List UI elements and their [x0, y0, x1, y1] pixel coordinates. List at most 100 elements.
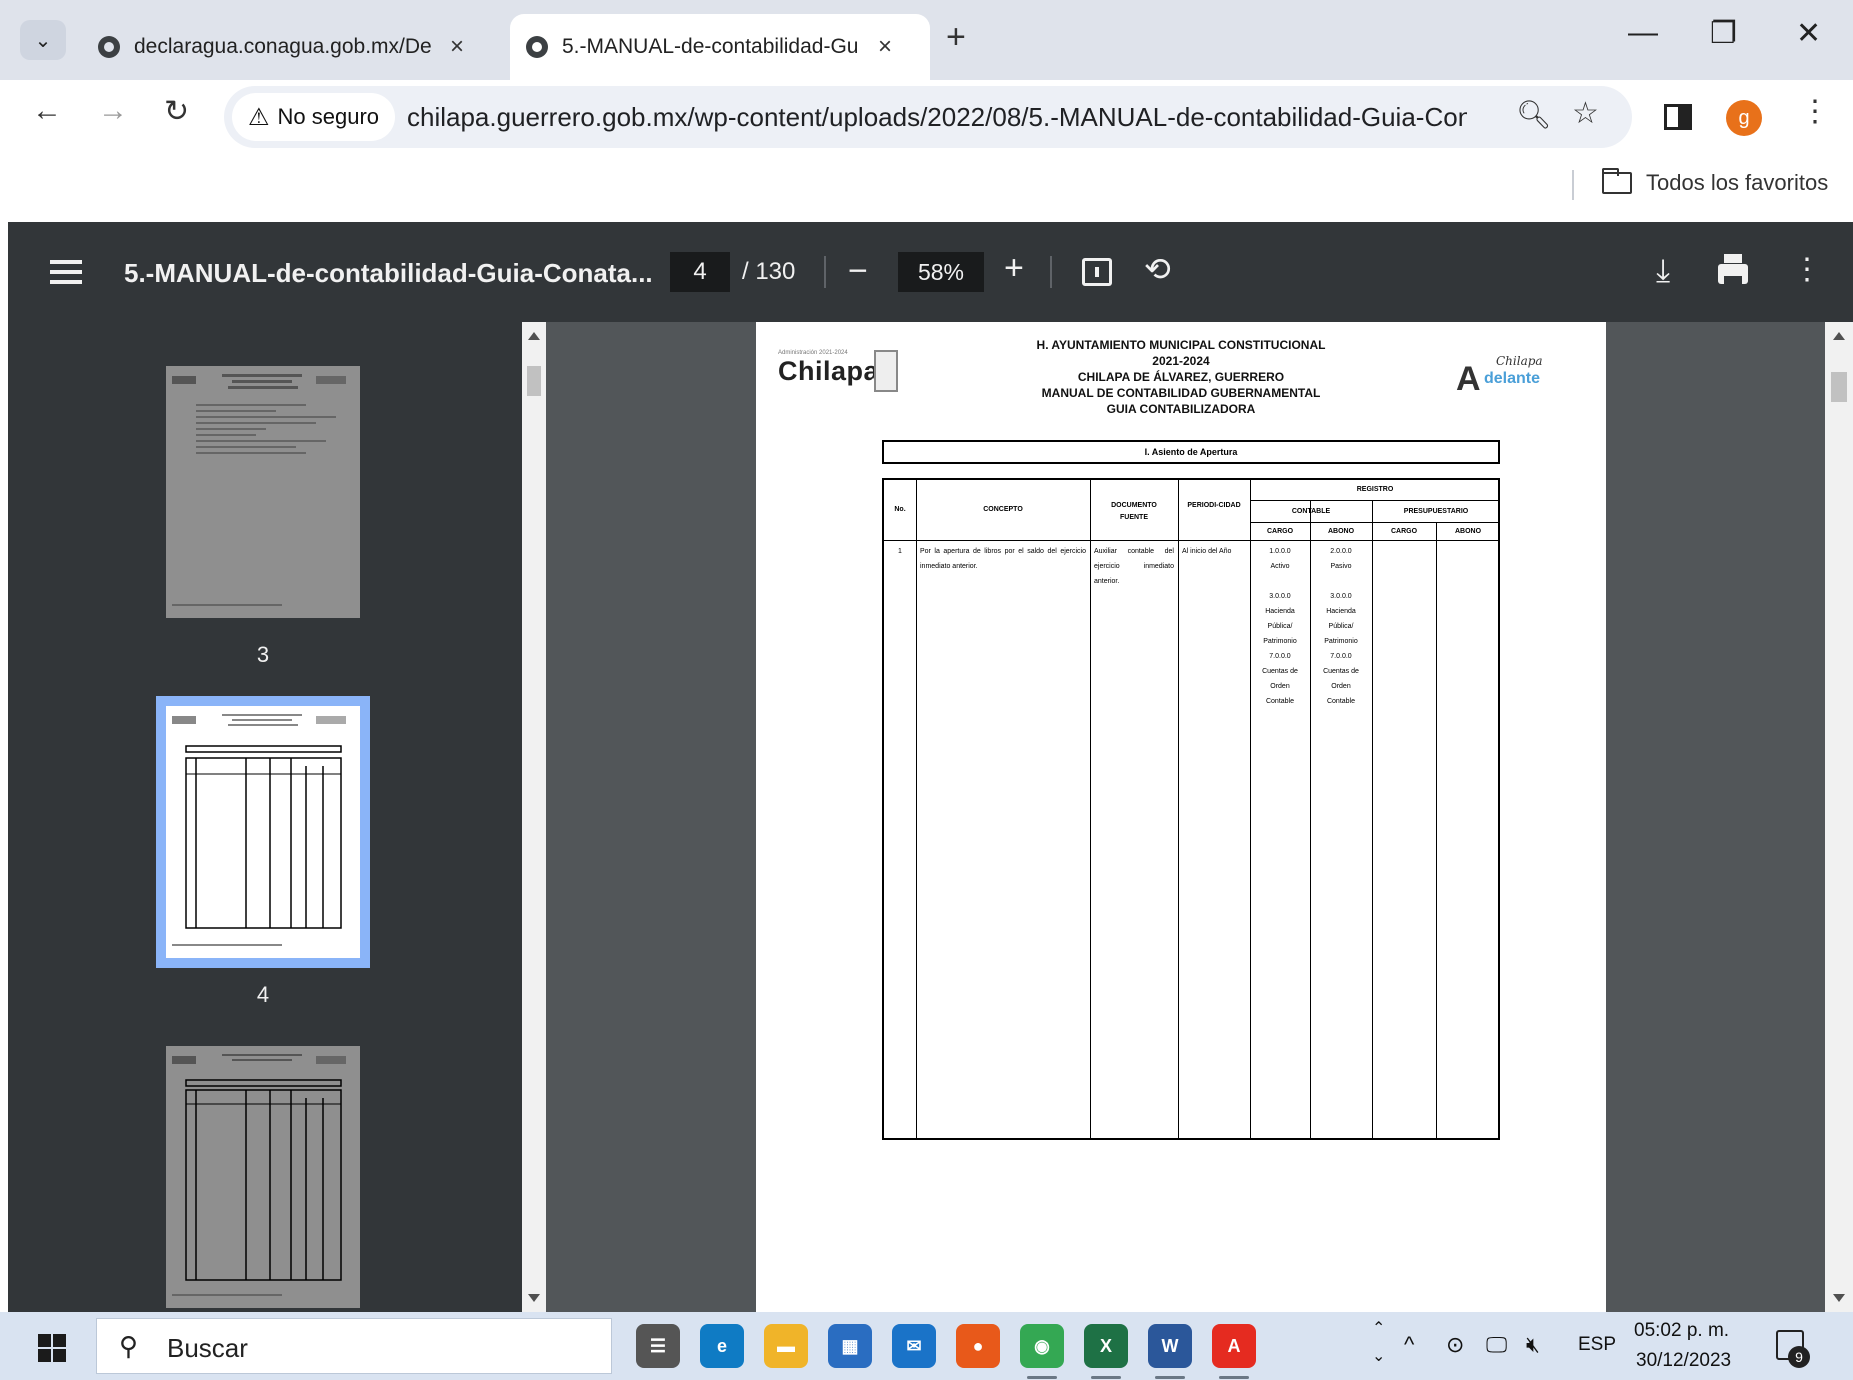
close-icon[interactable]: × — [878, 33, 892, 61]
forward-button[interactable]: → — [98, 94, 128, 128]
word-icon[interactable]: W — [1148, 1324, 1192, 1368]
download-icon[interactable]: ⤓ — [1656, 252, 1670, 290]
clock-time[interactable]: 05:02 p. m. — [1634, 1320, 1729, 1342]
pdf-toolbar: 5.-MANUAL-de-contabilidad-Guia-Conata...… — [8, 222, 1853, 322]
account-line: 3.0.0.0 — [1330, 593, 1352, 600]
tab-manual-contabilidad[interactable]: 5.-MANUAL-de-contabilidad-Gu × — [510, 14, 930, 80]
close-icon[interactable]: × — [450, 33, 464, 61]
window-close-button[interactable]: ✕ — [1796, 16, 1821, 51]
zoom-out-button[interactable]: − — [848, 252, 868, 291]
rotate-icon[interactable]: ⟲ — [1144, 250, 1171, 288]
account-line: Orden — [1270, 683, 1290, 690]
page-number-input[interactable]: 4 — [670, 252, 730, 292]
edge-icon[interactable]: e — [700, 1324, 744, 1368]
address-bar[interactable]: ⚠ No seguro chilapa.guerrero.gob.mx/wp-c… — [224, 86, 1632, 148]
tab-search-menu-button[interactable]: ⌄ — [20, 20, 66, 60]
profile-avatar[interactable]: g — [1726, 100, 1762, 136]
header-documento: DOCUMENTO FUENTE — [1111, 502, 1157, 521]
thumbnail-page-3[interactable] — [166, 366, 360, 618]
running-indicator — [1091, 1376, 1121, 1379]
column-rule — [1372, 500, 1373, 1138]
restore-button[interactable]: ❐ — [1710, 16, 1737, 51]
new-tab-button[interactable]: + — [946, 18, 966, 57]
column-rule — [1090, 480, 1091, 1138]
tab-title: 5.-MANUAL-de-contabilidad-Gu — [562, 35, 859, 58]
bookmarks-bar: Todos los favoritos — [0, 156, 1853, 222]
chrome-icon[interactable]: ◉ — [1020, 1324, 1064, 1368]
zoom-in-button[interactable]: + — [1004, 249, 1024, 288]
scroll-down-arrow-icon[interactable] — [528, 1294, 540, 1302]
doc-header-line: 2021-2024 — [1152, 354, 1210, 368]
scroll-up-arrow-icon[interactable] — [1833, 332, 1845, 340]
thumbnail-page-4[interactable] — [166, 706, 360, 958]
show-hidden-icons-icon[interactable]: ^ — [1404, 1332, 1414, 1358]
scrollbar-thumb[interactable] — [527, 366, 541, 396]
pdf-viewer[interactable]: Administración 2021-2024 Chilapa Chilapa… — [546, 322, 1825, 1312]
bookmarks-separator — [1572, 170, 1574, 200]
all-bookmarks-button[interactable]: Todos los favoritos — [1646, 170, 1828, 196]
print-icon[interactable] — [1718, 254, 1748, 286]
page-total: / 130 — [742, 258, 796, 285]
fit-page-icon[interactable] — [1082, 258, 1112, 286]
thumbnail-preview — [172, 1054, 346, 1296]
meet-now-icon[interactable]: ⊙ — [1446, 1332, 1464, 1358]
scrollbar-thumb[interactable] — [1831, 372, 1847, 402]
toolbar-divider — [1050, 256, 1052, 288]
thumbnail-label: 4 — [256, 982, 270, 1007]
firefox-icon[interactable]: ● — [956, 1324, 1000, 1368]
minimize-button[interactable]: — — [1628, 16, 1658, 50]
account-line: Hacienda — [1265, 608, 1295, 615]
account-line — [1250, 574, 1310, 589]
file-explorer-icon[interactable]: ▬ — [764, 1324, 808, 1368]
tray-scroll-up-icon[interactable]: ⌃ — [1372, 1318, 1385, 1338]
row-rule — [1250, 500, 1500, 501]
task-view-icon[interactable]: ☰ — [636, 1324, 680, 1368]
thumbnail-preview — [172, 374, 346, 606]
column-rule — [916, 480, 917, 1138]
toolbar-divider — [824, 256, 826, 288]
tray-scroll-down-icon[interactable]: ⌄ — [1372, 1346, 1385, 1366]
mail-icon[interactable]: ✉ — [892, 1324, 936, 1368]
browser-toolbar: ← → ↻ ⚠ No seguro chilapa.guerrero.gob.m… — [0, 80, 1853, 156]
browser-menu-icon[interactable]: ⋮ — [1800, 94, 1830, 129]
tab-declaragua[interactable]: declaragua.conagua.gob.mx/De × — [82, 14, 500, 80]
account-line: Cuentas de — [1323, 668, 1359, 675]
scroll-down-arrow-icon[interactable] — [1833, 1294, 1845, 1302]
bookmark-star-icon[interactable]: ☆ — [1572, 96, 1599, 131]
excel-icon[interactable]: X — [1084, 1324, 1128, 1368]
sidebar-scrollbar[interactable] — [522, 322, 546, 1312]
microsoft-store-icon[interactable]: ▦ — [828, 1324, 872, 1368]
header-abono: ABONO — [1454, 528, 1482, 535]
search-icon: ⚲ — [119, 1331, 139, 1361]
doc-header-line: GUIA CONTABILIZADORA — [1106, 402, 1256, 416]
url-text[interactable]: chilapa.guerrero.gob.mx/wp-content/uploa… — [407, 102, 1467, 133]
acrobat-icon[interactable]: A — [1212, 1324, 1256, 1368]
menu-icon[interactable] — [50, 260, 82, 284]
windows-start-icon[interactable] — [38, 1334, 66, 1362]
back-button[interactable]: ← — [32, 94, 62, 128]
more-actions-icon[interactable]: ⋮ — [1792, 252, 1822, 287]
account-line — [1310, 574, 1372, 589]
running-indicator — [1155, 1376, 1185, 1379]
clock-date[interactable]: 30/12/2023 — [1636, 1350, 1731, 1372]
side-panel-icon[interactable] — [1664, 104, 1692, 130]
taskbar-search-box[interactable]: ⚲ Buscar — [96, 1318, 612, 1374]
zoom-magnifier-icon[interactable]: 🔍︎ — [1516, 98, 1552, 131]
scroll-up-arrow-icon[interactable] — [528, 332, 540, 340]
security-chip[interactable]: ⚠ No seguro — [232, 93, 396, 141]
row-rule — [1250, 522, 1500, 523]
account-line: Patrimonio — [1324, 638, 1358, 645]
thumbnail-page-5[interactable] — [166, 1046, 360, 1308]
cell-abono-contable: 2.0.0.0 Pasivo 3.0.0.0 Hacienda Pública/Pat… — [1310, 544, 1372, 709]
viewer-scrollbar[interactable] — [1825, 322, 1853, 1312]
reload-button[interactable]: ↻ — [164, 94, 189, 129]
volume-muted-icon[interactable]: 🔇︎ — [1526, 1332, 1540, 1358]
header-cargo: CARGO — [1390, 528, 1418, 535]
tab-title: declaragua.conagua.gob.mx/De — [134, 35, 432, 58]
account-line: Hacienda — [1326, 608, 1356, 615]
running-indicator — [1027, 1376, 1057, 1379]
zoom-input[interactable]: 58% — [898, 252, 984, 292]
cell-periodicidad: Al inicio del Año — [1182, 548, 1232, 555]
language-indicator[interactable]: ESP — [1578, 1334, 1616, 1356]
network-icon[interactable]: 🖵︎ — [1486, 1332, 1507, 1358]
